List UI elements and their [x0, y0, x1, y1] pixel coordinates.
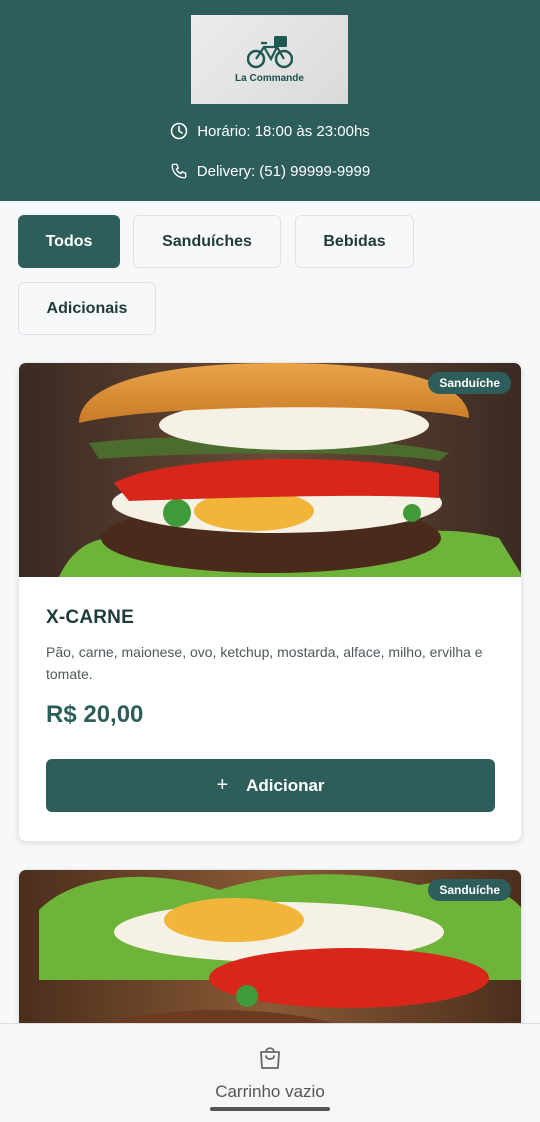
category-badge: Sanduíche — [428, 879, 511, 901]
product-card: Sanduíche X-CARNE Pão, carne, maionese, … — [18, 362, 522, 842]
product-details: X-CARNE Pão, carne, maionese, ovo, ketch… — [19, 577, 521, 812]
clock-icon — [170, 122, 188, 140]
product-description: Pão, carne, maionese, ovo, ketchup, most… — [46, 644, 483, 682]
delivery-text: Delivery: (51) 99999-9999 — [196, 162, 371, 180]
cart-status-text: Carrinho vazio — [215, 1082, 325, 1101]
hours-info: Horário: 18:00 às 23:00hs — [0, 122, 540, 140]
product-title: X-CARNE — [46, 607, 134, 628]
add-to-cart-button[interactable]: + Adicionar — [46, 759, 495, 812]
filter-adicionais[interactable]: Adicionais — [18, 282, 156, 335]
plus-icon: + — [216, 774, 229, 796]
product-price: R$ 20,00 — [46, 701, 144, 728]
hours-text: Horário: 18:00 às 23:00hs — [197, 122, 370, 140]
home-indicator[interactable] — [210, 1107, 330, 1111]
filter-sanduiches[interactable]: Sanduíches — [133, 215, 281, 268]
logo-text: La Commande — [235, 73, 304, 84]
category-badge: Sanduíche — [428, 372, 511, 394]
logo: La Commande — [191, 15, 348, 104]
filter-bebidas[interactable]: Bebidas — [295, 215, 414, 268]
header: La Commande Horário: 18:00 às 23:00hs De… — [0, 0, 540, 201]
product-image: Sanduíche — [19, 363, 521, 577]
delivery-info[interactable]: Delivery: (51) 99999-9999 — [0, 162, 540, 180]
add-button-label: Adicionar — [246, 775, 325, 795]
filter-todos[interactable]: Todos — [18, 215, 120, 268]
bicycle-delivery-icon — [246, 36, 293, 69]
phone-icon — [170, 162, 188, 180]
shopping-bag-icon — [257, 1044, 283, 1070]
